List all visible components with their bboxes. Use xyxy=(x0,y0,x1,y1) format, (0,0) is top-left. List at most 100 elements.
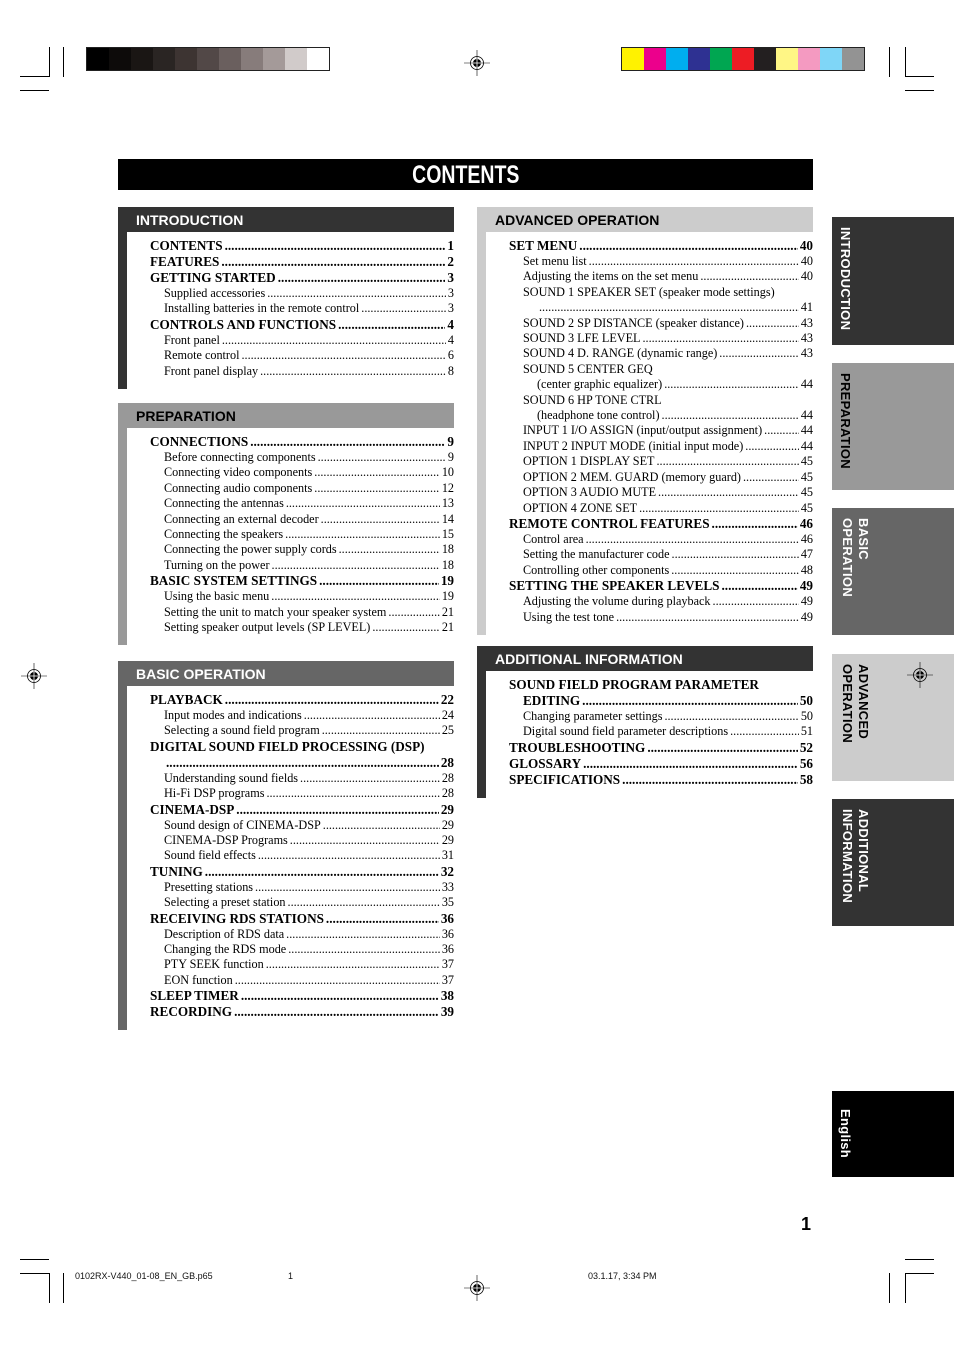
side-tab-additional-information[interactable]: ADDITIONAL INFORMATION xyxy=(832,799,954,926)
toc-entry-page: 56 xyxy=(799,755,813,771)
toc-entry-label: FEATURES xyxy=(150,254,220,269)
toc-entry[interactable]: SOUND 1 SPEAKER SET (speaker mode settin… xyxy=(509,285,813,300)
toc-entry-page: 58 xyxy=(799,771,813,787)
toc-entry[interactable]: OPTION 2 MEM. GUARD (memory guard) 45 xyxy=(509,470,813,485)
toc-entry[interactable]: Changing parameter settings 50 xyxy=(509,709,813,724)
toc-entry[interactable]: Selecting a sound field program 25 xyxy=(150,723,454,738)
toc-entry-label: Front panel xyxy=(164,332,220,347)
toc-entry[interactable]: Before connecting components 9 xyxy=(150,450,454,465)
toc-entry[interactable]: Adjusting the items on the set menu 40 xyxy=(509,269,813,284)
dot-leader xyxy=(314,465,440,480)
toc-entry[interactable]: INPUT 1 I/O ASSIGN (input/output assignm… xyxy=(509,423,813,438)
toc-entry[interactable]: SPECIFICATIONS 58 xyxy=(509,772,813,788)
toc-entry-page: 28 xyxy=(440,754,454,770)
toc-entry[interactable]: PTY SEEK function 37 xyxy=(150,957,454,972)
toc-entry[interactable]: Sound field effects 31 xyxy=(150,848,454,863)
toc-entry[interactable]: BASIC SYSTEM SETTINGS 19 xyxy=(150,573,454,589)
crop-mark xyxy=(63,47,64,77)
toc-entry[interactable]: (center graphic equalizer) 44 xyxy=(509,377,813,392)
toc-entry[interactable]: Digital sound field parameter descriptio… xyxy=(509,724,813,739)
toc-entry[interactable]: Turning on the power 18 xyxy=(150,558,454,573)
toc-entry[interactable]: Connecting the power supply cords 18 xyxy=(150,542,454,557)
toc-entry[interactable]: Setting the manufacturer code 47 xyxy=(509,547,813,562)
toc-entry[interactable]: Selecting a preset station 35 xyxy=(150,895,454,910)
toc-entry[interactable]: EDITING 50 xyxy=(509,693,813,709)
toc-entry[interactable]: OPTION 4 ZONE SET 45 xyxy=(509,501,813,516)
dot-leader xyxy=(388,605,439,620)
toc-entry-label: DIGITAL SOUND FIELD PROCESSING (DSP) xyxy=(150,738,425,754)
toc-entry[interactable]: FEATURES 2 xyxy=(150,254,454,270)
toc-entry[interactable]: Remote control 6 xyxy=(150,348,454,363)
toc-entry[interactable]: GLOSSARY 56 xyxy=(509,756,813,772)
toc-entry-label: SOUND 2 SP DISTANCE (speaker distance) xyxy=(523,315,744,330)
toc-entry[interactable]: Connecting audio components 12 xyxy=(150,481,454,496)
toc-entry[interactable]: CINEMA-DSP Programs 29 xyxy=(150,833,454,848)
toc-entry[interactable]: SETTING THE SPEAKER LEVELS 49 xyxy=(509,578,813,594)
toc-entry[interactable]: Connecting an external decoder 14 xyxy=(150,512,454,527)
toc-entry[interactable]: (headphone tone control) 44 xyxy=(509,408,813,423)
side-tab-basic-operation[interactable]: BASIC OPERATION xyxy=(832,508,954,635)
toc-entry[interactable]: RECORDING 39 xyxy=(150,1004,454,1020)
toc-entry[interactable]: Description of RDS data 36 xyxy=(150,927,454,942)
toc-entry[interactable]: Changing the RDS mode 36 xyxy=(150,942,454,957)
toc-entry[interactable]: CONTROLS AND FUNCTIONS 4 xyxy=(150,317,454,333)
toc-entry[interactable]: Front panel display 8 xyxy=(150,364,454,379)
toc-entry[interactable]: Set menu list 40 xyxy=(509,254,813,269)
toc-entry[interactable]: Connecting video components 10 xyxy=(150,465,454,480)
toc-entry[interactable]: CONTENTS 1 xyxy=(150,238,454,254)
side-tab-preparation[interactable]: PREPARATION xyxy=(832,363,954,490)
toc-entry[interactable]: DIGITAL SOUND FIELD PROCESSING (DSP) xyxy=(150,739,454,755)
toc-entry[interactable]: Supplied accessories 3 xyxy=(150,286,454,301)
toc-entry[interactable]: PLAYBACK 22 xyxy=(150,692,454,708)
toc-entry[interactable]: Presetting stations 33 xyxy=(150,880,454,895)
toc-entry[interactable]: SET MENU 40 xyxy=(509,238,813,254)
toc-entry[interactable]: Input modes and indications 24 xyxy=(150,708,454,723)
toc-entry[interactable]: Using the test tone 49 xyxy=(509,610,813,625)
toc-entry[interactable]: RECEIVING RDS STATIONS 36 xyxy=(150,911,454,927)
toc-entry-label: BASIC SYSTEM SETTINGS xyxy=(150,573,318,589)
dot-leader xyxy=(642,331,798,346)
toc-entry[interactable]: SOUND FIELD PROGRAM PARAMETER xyxy=(509,677,813,693)
crop-mark xyxy=(20,90,49,91)
toc-entry[interactable]: SOUND 6 HP TONE CTRL xyxy=(509,393,813,408)
toc-entry[interactable]: GETTING STARTED 3 xyxy=(150,270,454,286)
toc-entry[interactable]: Hi-Fi DSP programs 28 xyxy=(150,786,454,801)
toc-entry-label: Using the basic menu xyxy=(164,589,270,604)
toc-entry[interactable]: INPUT 2 INPUT MODE (initial input mode) 4… xyxy=(509,439,813,454)
side-tab-advanced-operation[interactable]: ADVANCED OPERATION xyxy=(832,654,954,781)
toc-entry[interactable]: Connecting the speakers 15 xyxy=(150,527,454,542)
toc-entry[interactable]: 28 xyxy=(150,755,454,771)
toc-entry-label: Sound design of CINEMA-DSP xyxy=(164,817,321,832)
toc-entry[interactable]: Connecting the antennas 13 xyxy=(150,496,454,511)
toc-entry[interactable]: CONNECTIONS 9 xyxy=(150,434,454,450)
toc-entry[interactable]: 41 xyxy=(509,300,813,315)
toc-entry[interactable]: Control area 46 xyxy=(509,532,813,547)
toc-entry[interactable]: Sound design of CINEMA-DSP 29 xyxy=(150,818,454,833)
toc-entry[interactable]: REMOTE CONTROL FEATURES 46 xyxy=(509,516,813,532)
toc-entry[interactable]: OPTION 3 AUDIO MUTE 45 xyxy=(509,485,813,500)
toc-entry[interactable]: Front panel 4 xyxy=(150,333,454,348)
dot-leader xyxy=(743,470,799,485)
toc-entry[interactable]: TUNING 32 xyxy=(150,864,454,880)
toc-entry-page: 48 xyxy=(800,562,813,577)
toc-entry[interactable]: SOUND 4 D. RANGE (dynamic range) 43 xyxy=(509,346,813,361)
side-tab-english[interactable]: English xyxy=(832,1091,954,1177)
dot-leader xyxy=(647,740,798,756)
toc-entry[interactable]: TROUBLESHOOTING 52 xyxy=(509,740,813,756)
dot-leader xyxy=(318,450,446,465)
side-tab-introduction[interactable]: INTRODUCTION xyxy=(832,217,954,345)
toc-entry[interactable]: SOUND 5 CENTER GEQ xyxy=(509,362,813,377)
toc-entry[interactable]: Adjusting the volume during playback 49 xyxy=(509,594,813,609)
toc-entry[interactable]: SLEEP TIMER 38 xyxy=(150,988,454,1004)
toc-entry[interactable]: Setting the unit to match your speaker s… xyxy=(150,605,454,620)
toc-entry[interactable]: Understanding sound fields 28 xyxy=(150,771,454,786)
toc-entry[interactable]: Installing batteries in the remote contr… xyxy=(150,301,454,316)
toc-entry[interactable]: SOUND 2 SP DISTANCE (speaker distance) 43 xyxy=(509,316,813,331)
toc-entry[interactable]: Controlling other components 48 xyxy=(509,563,813,578)
toc-entry[interactable]: SOUND 3 LFE LEVEL 43 xyxy=(509,331,813,346)
toc-entry[interactable]: Using the basic menu 19 xyxy=(150,589,454,604)
toc-entry[interactable]: OPTION 1 DISPLAY SET 45 xyxy=(509,454,813,469)
toc-entry[interactable]: EON function 37 xyxy=(150,973,454,988)
toc-entry[interactable]: Setting speaker output levels (SP LEVEL)… xyxy=(150,620,454,635)
toc-entry[interactable]: CINEMA-DSP 29 xyxy=(150,802,454,818)
